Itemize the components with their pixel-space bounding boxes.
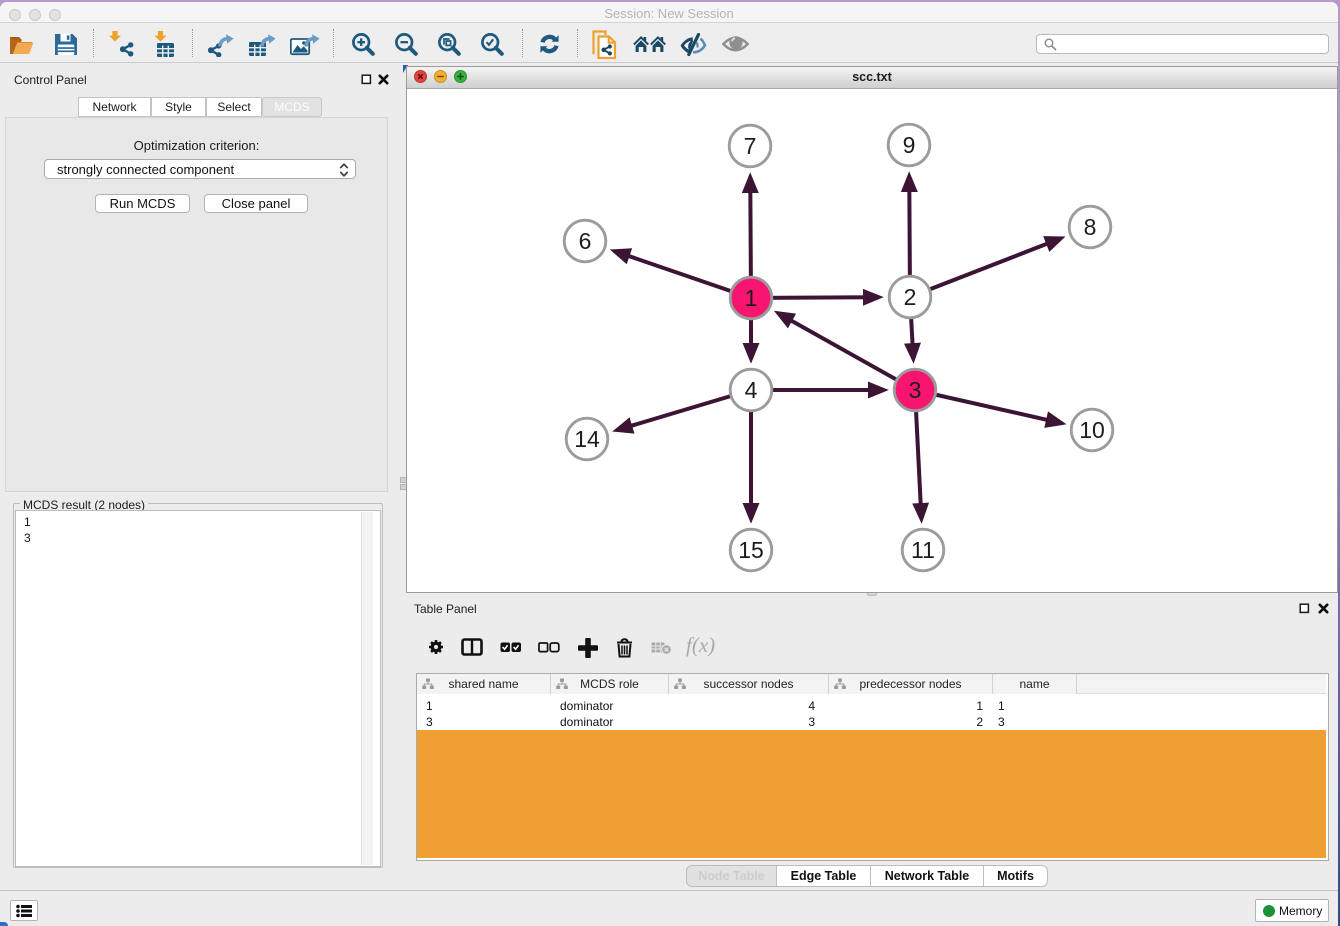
svg-text:8: 8 [1084, 214, 1097, 240]
svg-text:9: 9 [903, 132, 916, 158]
svg-text:6: 6 [579, 228, 592, 254]
svg-text:11: 11 [911, 537, 935, 563]
svg-text:3: 3 [909, 377, 922, 403]
svg-text:4: 4 [745, 377, 758, 403]
svg-text:15: 15 [738, 537, 764, 563]
svg-text:2: 2 [904, 284, 917, 310]
svg-text:1: 1 [745, 285, 758, 311]
svg-text:10: 10 [1079, 417, 1105, 443]
svg-text:7: 7 [744, 133, 757, 159]
svg-text:14: 14 [574, 426, 600, 452]
